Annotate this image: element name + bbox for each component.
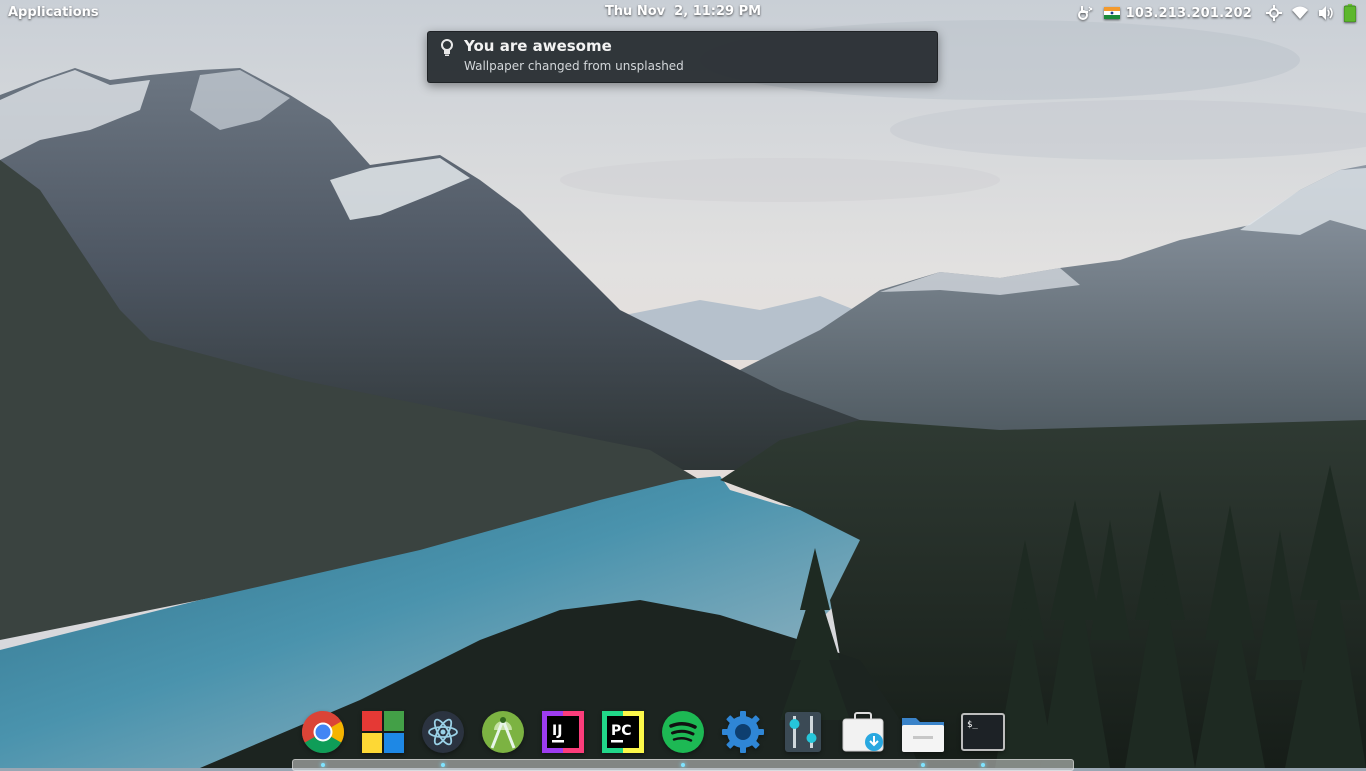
tweaks-icon — [785, 712, 821, 752]
svg-text:$_: $_ — [967, 720, 978, 730]
terminal-icon: $_ — [961, 713, 1005, 751]
accessibility-icon — [1077, 6, 1093, 20]
wallpaper — [0, 0, 1366, 768]
settings-gear-icon — [722, 711, 764, 753]
dock-item-terminal[interactable]: $_ — [961, 710, 1005, 754]
chrome-icon — [301, 711, 345, 754]
software-download-icon — [842, 712, 884, 752]
files-icon — [902, 718, 944, 752]
sound-indicator[interactable] — [1318, 5, 1334, 21]
svg-text:IJ: IJ — [552, 723, 562, 739]
dock-item-tweaks[interactable] — [781, 710, 825, 754]
accessibility-indicator[interactable] — [1076, 4, 1094, 22]
android-studio-icon — [482, 711, 524, 753]
notification-body: Wallpaper changed from unsplashed — [464, 59, 684, 73]
battery-icon — [1344, 4, 1356, 22]
applications-menu-button[interactable]: Applications — [8, 5, 99, 20]
dock-item-app-center[interactable] — [361, 710, 405, 754]
dock-item-android-studio[interactable] — [481, 710, 525, 754]
running-indicator-atom — [441, 763, 445, 767]
atom-icon — [422, 711, 464, 753]
running-indicator-chrome — [321, 763, 325, 767]
network-indicator[interactable] — [1292, 6, 1308, 20]
location-indicator[interactable] — [1266, 5, 1282, 21]
wifi-icon — [1292, 6, 1308, 19]
dock-item-spotify[interactable] — [661, 710, 705, 754]
dock: IJ PC $_ — [290, 702, 1076, 771]
top-panel: Applications Thu Nov 2, 11:29 PM 103.213… — [0, 0, 1366, 26]
power-indicator[interactable] — [1344, 4, 1356, 22]
dock-item-software-download[interactable] — [841, 710, 885, 754]
app-center-icon — [362, 711, 404, 753]
running-indicator-terminal — [981, 763, 985, 767]
dock-item-atom[interactable] — [421, 710, 465, 754]
ip-indicator[interactable]: 103.213.201.202 — [1103, 5, 1252, 21]
intellij-idea-icon: IJ — [542, 711, 584, 753]
dock-item-settings[interactable] — [721, 710, 765, 754]
dock-item-intellij[interactable]: IJ — [541, 710, 585, 754]
dock-item-files[interactable] — [901, 710, 945, 754]
dock-item-pycharm[interactable]: PC — [601, 710, 645, 754]
notification-title: You are awesome — [464, 37, 612, 55]
volume-icon — [1319, 6, 1333, 20]
spotify-icon — [662, 711, 704, 753]
running-indicator-files — [921, 763, 925, 767]
pycharm-icon: PC — [602, 711, 644, 753]
running-indicator-spotify — [681, 763, 685, 767]
svg-text:PC: PC — [611, 723, 632, 739]
location-icon — [1266, 5, 1282, 21]
ip-address-label: 103.213.201.202 — [1125, 5, 1252, 21]
india-flag-icon — [1103, 7, 1120, 19]
dock-item-chrome[interactable] — [301, 710, 345, 754]
indicator-area: 103.213.201.202 — [1076, 3, 1356, 23]
notification-bubble[interactable]: You are awesome Wallpaper changed from u… — [427, 31, 938, 83]
clock-button[interactable]: Thu Nov 2, 11:29 PM — [605, 4, 761, 19]
lightbulb-icon — [441, 39, 453, 56]
